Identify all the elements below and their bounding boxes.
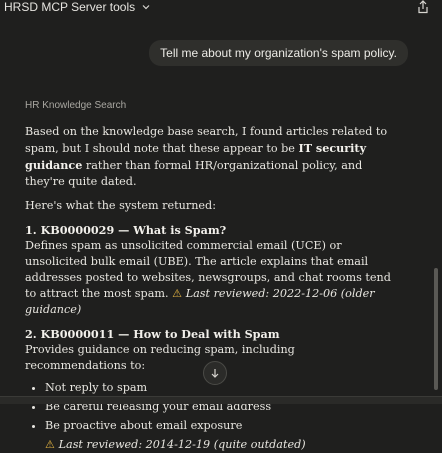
conversation-title-button[interactable]: HRSD MCP Server tools [4, 0, 151, 14]
kb-entry-title: 2. KB0000011 — How to Deal with Spam [25, 327, 280, 341]
scroll-to-bottom-button[interactable] [203, 361, 227, 385]
scrollbar[interactable] [434, 268, 438, 390]
intro-paragraph: Based on the knowledge base search, I fo… [25, 125, 388, 188]
share-icon[interactable] [416, 0, 430, 14]
top-bar: HRSD MCP Server tools [0, 0, 442, 22]
kb-entry-title: 1. KB0000029 — What is Spam? [25, 223, 227, 237]
user-message: Tell me about my organization's spam pol… [149, 40, 408, 66]
conversation-title: HRSD MCP Server tools [4, 0, 136, 14]
tool-source-label: HR Knowledge Search [25, 100, 127, 111]
kb-entry-1: 1. KB0000029 — What is Spam? Defines spa… [25, 222, 395, 318]
review-date: Last reviewed: 2014-12-19 (quite outdate… [58, 438, 306, 451]
recommendation-list: Not reply to spam Be careful releasing y… [25, 380, 395, 434]
warning-icon: ⚠ [45, 438, 56, 451]
list-item: Be proactive about email exposure [45, 418, 395, 434]
returned-label: Here's what the system returned: [25, 199, 216, 212]
kb-entry-2: 2. KB0000011 — How to Deal with Spam Pro… [25, 326, 395, 453]
warning-icon: ⚠ [172, 287, 183, 300]
chevron-down-icon [142, 5, 150, 10]
arrow-down-icon [211, 369, 219, 378]
kb-entry-body: Defines spam as unsolicited commercial e… [25, 239, 391, 316]
review-line: ⚠ Last reviewed: 2014-12-19 (quite outda… [25, 437, 395, 453]
